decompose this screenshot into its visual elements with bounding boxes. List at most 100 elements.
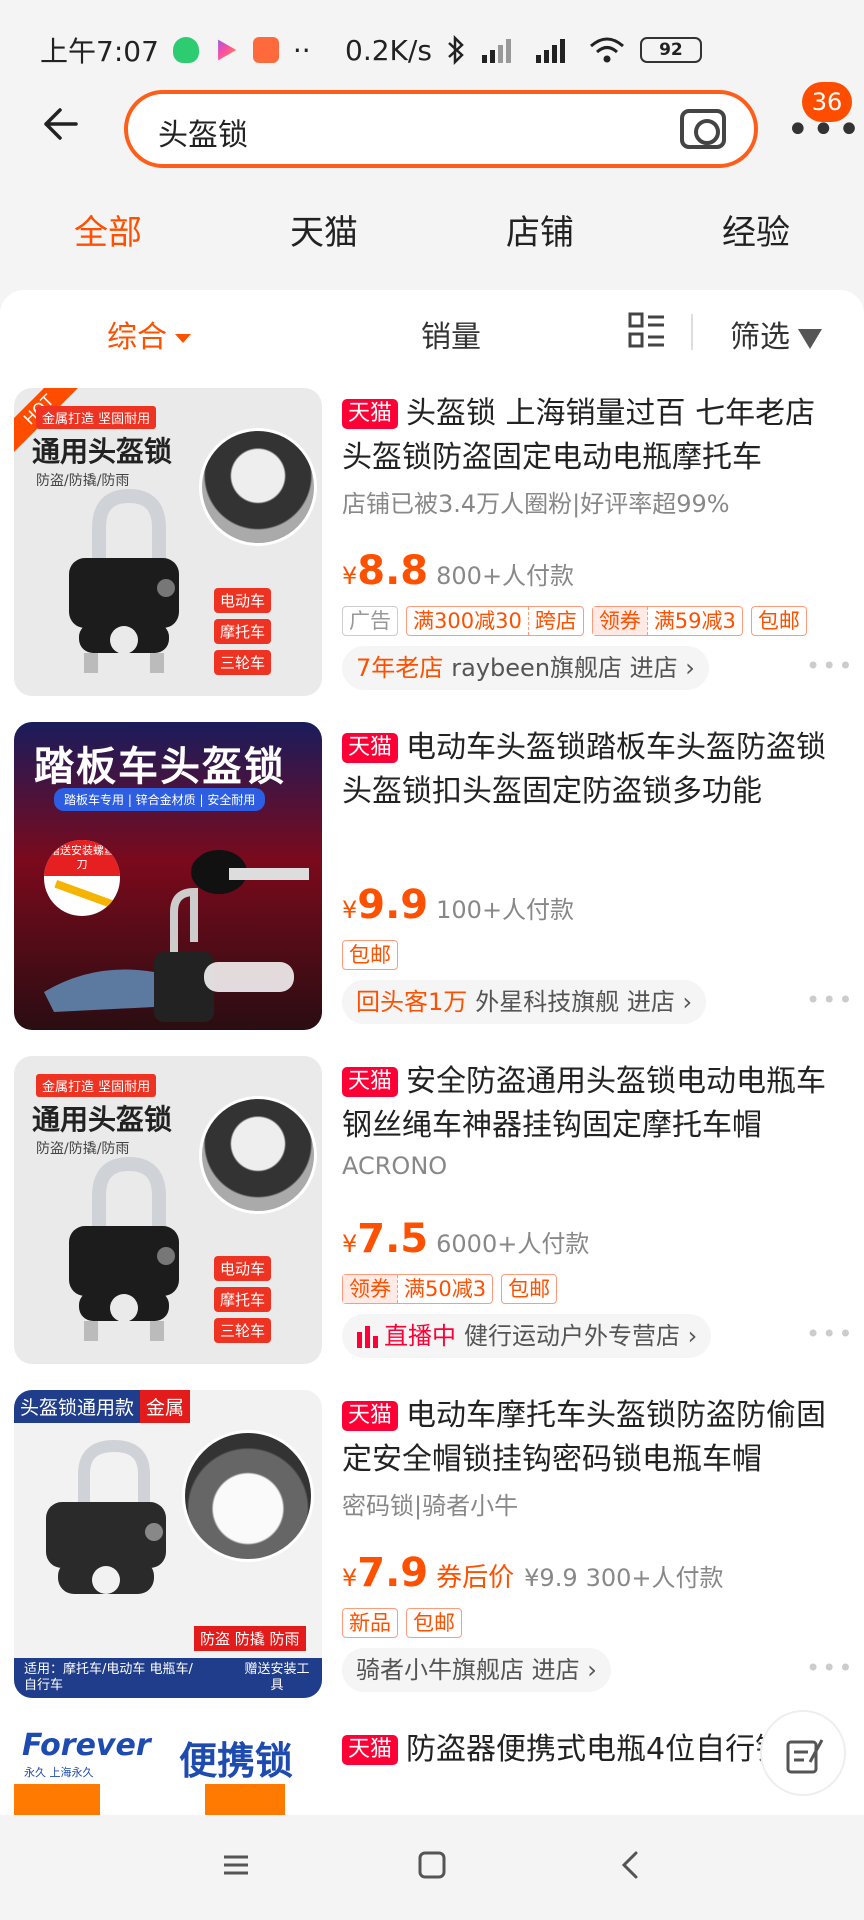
tab-all[interactable]: 全部 [74, 205, 142, 254]
net-speed: 0.2K/s [345, 33, 432, 67]
status-time: 上午7:07 [40, 35, 159, 68]
thumb-metal-text: 金属 [140, 1390, 191, 1423]
tab-shops[interactable]: 店铺 [506, 205, 574, 254]
list-layout-icon[interactable] [628, 312, 666, 350]
product-info: 天猫 安全防盗通用头盔锁电动电瓶车钢丝绳车神器挂钩固定摩托车帽 ACRONO [342, 1060, 842, 1180]
more-dots-icon[interactable]: ••• [806, 986, 854, 1014]
more-dots-icon[interactable]: ••• [806, 652, 854, 680]
sort-sales[interactable]: 销量 [421, 312, 481, 356]
product-image[interactable]: 头盔锁通用款 金属 防盗 防撬 防雨 适用：摩托车/电动车 电瓶车/自行车 赠送安装… [14, 1390, 322, 1698]
tmall-badge: 天猫 [342, 1401, 399, 1431]
coupon-tag[interactable]: 领券 满59减3 [591, 606, 743, 636]
thumb-footer-left: 适用：摩托车/电动车 电瓶车/自行车 [24, 1662, 193, 1693]
paid-count: 800+人付款 [436, 562, 575, 590]
original-price: ¥9.9 [524, 1564, 578, 1592]
chevron-right-icon: › [680, 1322, 698, 1350]
product-title-text: 电动车摩托车头盔锁防盗防偷固定安全帽锁挂钩密码锁电瓶车帽 [342, 1398, 827, 1477]
lock-illustration [44, 850, 309, 1022]
camera-icon[interactable] [680, 109, 726, 149]
battery-icon: 92 [639, 37, 702, 63]
product-title-text: 安全防盗通用头盔锁电动电瓶车钢丝绳车神器挂钩固定摩托车帽 [342, 1064, 827, 1143]
product-title[interactable]: 天猫 头盔锁 上海销量过百 七年老店头盔锁防盗固定电动电瓶摩托车 [342, 392, 842, 480]
filter-button[interactable]: 筛选 [730, 312, 822, 356]
coupon-tag[interactable]: 领券 满50减3 [342, 1274, 494, 1304]
dropdown-triangle-icon [175, 334, 191, 343]
more-dots-icon[interactable]: ••• [806, 1320, 854, 1348]
back-icon[interactable] [616, 1849, 648, 1881]
thumb-footer: 适用：摩托车/电动车 电瓶车/自行车 赠送安装工具 [14, 1658, 322, 1698]
store-name: 健行运动户外专营店 [464, 1322, 680, 1350]
lock-illustration [69, 1156, 179, 1341]
menu-icon[interactable] [220, 1849, 252, 1881]
coupon-after-label: 券后价 [436, 1563, 515, 1593]
live-icon [357, 1326, 378, 1348]
search-query: 头盔锁 [158, 118, 248, 153]
thumb-helmet-circle [199, 428, 317, 546]
thumb-top-label: 金属打造 坚固耐用 [36, 1074, 157, 1097]
product-price: 8.8 [357, 548, 429, 594]
paid-count: 300+人付款 [585, 1564, 724, 1592]
bluetooth-icon [448, 35, 464, 65]
ad-tag: 广告 [342, 606, 398, 636]
price-line: ¥7.5 6000+人付款 [342, 1216, 589, 1262]
chevron-right-icon: › [579, 1656, 597, 1684]
thumb-title: 通用头盔锁 [32, 1103, 173, 1136]
free-shipping-tag: 包邮 [406, 1608, 462, 1638]
promo-tags: 广告 满300减30 跨店 领券 满59减3 包邮 [342, 606, 807, 636]
search-input[interactable]: 头盔锁 [124, 90, 758, 168]
store-name: 外星科技旗舰 进店 [475, 988, 675, 1016]
live-status: 直播中 [384, 1322, 456, 1350]
store-highlight: 回头客1万 [356, 988, 468, 1016]
home-icon[interactable] [416, 1849, 448, 1881]
divider [691, 314, 693, 350]
product-image[interactable]: HOT 金属打造 坚固耐用 通用头盔锁 防盗/防撬/防雨 电动车 摩托车 三轮车 [14, 388, 322, 696]
discount-tag-left: 满300减30 [407, 607, 529, 635]
promo-tags: 领券 满50减3 包邮 [342, 1274, 558, 1304]
product-image[interactable]: 金属打造 坚固耐用 通用头盔锁 防盗/防撬/防雨 电动车 摩托车 三轮车 [14, 1056, 322, 1364]
store-link[interactable]: 7年老店 raybeen旗舰店 进店 › [342, 646, 709, 690]
back-arrow-icon[interactable] [38, 104, 88, 154]
product-card[interactable]: 踏板车头盔锁 踏板车专用 | 锌合金材质 | 安全耐用 赠送安装螺丝刀 天猫 电动… [0, 722, 864, 1042]
currency-symbol: ¥ [342, 1230, 358, 1258]
tab-tmall[interactable]: 天猫 [290, 205, 358, 254]
new-tag: 新品 [342, 1608, 398, 1638]
discount-tag-right: 跨店 [534, 609, 577, 633]
thumb-tag: 电动车 [214, 588, 272, 613]
thumb-footer-right: 赠送安装工具 [244, 1662, 310, 1693]
filter-label: 筛选 [730, 320, 790, 355]
status-more: ·· [292, 33, 311, 67]
product-price: 7.9 [357, 1550, 429, 1596]
more-dots-icon[interactable]: ••• [806, 1654, 854, 1682]
product-card[interactable]: Forever 永久 上海永久 便携锁 天猫 防盗器便携式电瓶4位自行锁 [0, 1724, 864, 1815]
product-title[interactable]: 天猫 电动车摩托车头盔锁防盗防偷固定安全帽锁挂钩密码锁电瓶车帽 [342, 1394, 842, 1482]
results-sheet: 综合 销量 筛选 HOT 金属打造 坚固耐用 通用头盔锁 防盗/防撬/防雨 [0, 290, 864, 1815]
thumb-orange-band [14, 1784, 322, 1815]
sort-comprehensive[interactable]: 综合 [107, 312, 191, 356]
thumb-tags: 电动车 摩托车 三轮车 [214, 588, 272, 675]
currency-symbol: ¥ [342, 1564, 358, 1592]
store-name: 骑者小牛旗舰店 进店 [356, 1656, 580, 1684]
thumb-title: 踏板车头盔锁 [34, 744, 286, 790]
store-link[interactable]: 回头客1万 外星科技旗舰 进店 › [342, 980, 707, 1024]
store-link[interactable]: 直播中 健行运动户外专营店 › [342, 1314, 712, 1358]
product-card[interactable]: 头盔锁通用款 金属 防盗 防撬 防雨 适用：摩托车/电动车 电瓶车/自行车 赠送安装… [0, 1390, 864, 1710]
product-card[interactable]: 金属打造 坚固耐用 通用头盔锁 防盗/防撬/防雨 电动车 摩托车 三轮车 天猫 … [0, 1056, 864, 1376]
product-image[interactable]: Forever 永久 上海永久 便携锁 [14, 1724, 322, 1815]
tab-experience[interactable]: 经验 [722, 205, 790, 254]
status-bar: 上午7:07 ·· 0.2K/s 92 [0, 0, 864, 100]
store-link[interactable]: 骑者小牛旗舰店 进店 › [342, 1648, 611, 1692]
category-tabs: 全部 天猫 店铺 经验 [0, 205, 864, 265]
signal-icon-2 [535, 39, 565, 63]
product-card[interactable]: HOT 金属打造 坚固耐用 通用头盔锁 防盗/防撬/防雨 电动车 摩托车 三轮车 [0, 388, 864, 708]
thumb-feature-label: 防盗 防撬 防雨 [194, 1626, 306, 1651]
feedback-float-button[interactable] [760, 1710, 846, 1796]
product-title[interactable]: 天猫 电动车头盔锁踏板车头盔防盗锁头盔锁扣头盔固定防盗锁多功能 [342, 726, 842, 814]
product-price: 9.9 [357, 882, 429, 928]
product-title[interactable]: 天猫 安全防盗通用头盔锁电动电瓶车钢丝绳车神器挂钩固定摩托车帽 [342, 1060, 842, 1148]
product-image[interactable]: 踏板车头盔锁 踏板车专用 | 锌合金材质 | 安全耐用 赠送安装螺丝刀 [14, 722, 322, 1030]
play-icon [218, 39, 237, 61]
edit-icon [786, 1739, 824, 1774]
paid-count: 100+人付款 [436, 896, 575, 924]
thumb-top-text: 头盔锁通用款 [14, 1390, 141, 1423]
chevron-right-icon: › [674, 988, 693, 1016]
